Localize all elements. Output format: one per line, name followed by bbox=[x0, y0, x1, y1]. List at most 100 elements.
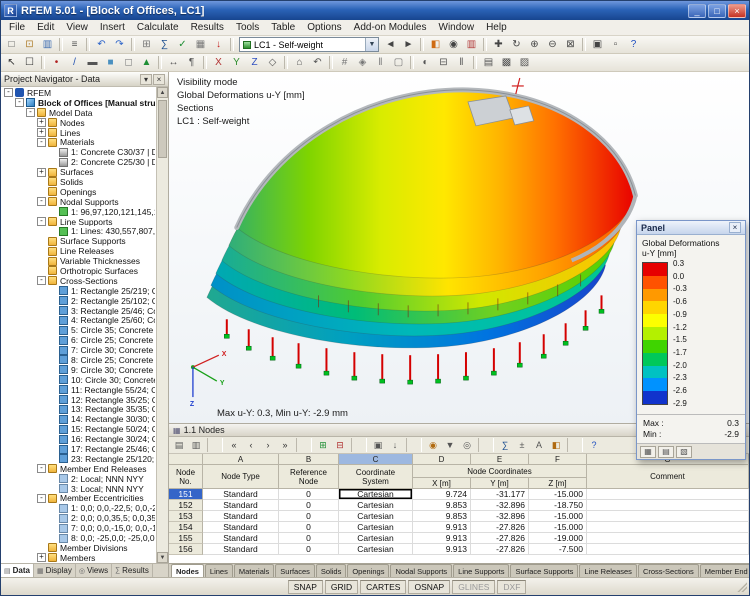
cell-y[interactable]: -32.896 bbox=[471, 500, 529, 511]
tree-item[interactable]: 3: Local; NNN NYY bbox=[1, 484, 155, 494]
cell-z[interactable]: -18.750 bbox=[529, 500, 587, 511]
tree-item[interactable]: 10: Circle 30; Concrete C30/37 bbox=[1, 375, 155, 385]
scroll-down-icon[interactable] bbox=[157, 552, 168, 563]
insert-line-icon[interactable]: / bbox=[66, 55, 83, 71]
tree-item[interactable]: 8: 0,0; -25,0,0; -25,0,0 bbox=[1, 533, 155, 543]
check-model-icon[interactable]: ✓ bbox=[174, 37, 191, 53]
table-settings-icon[interactable]: ▤ bbox=[171, 438, 187, 452]
column-letter[interactable]: B bbox=[279, 454, 339, 465]
visibility-mode-icon[interactable]: ◐ bbox=[417, 55, 434, 71]
node-row[interactable]: 156 Standard 0 Cartesian 9.913 -27.826 -… bbox=[169, 544, 749, 555]
panel-title-bar[interactable]: Panel × bbox=[637, 221, 745, 235]
tree-expander-icon[interactable]: - bbox=[26, 108, 35, 118]
calculate-icon[interactable]: ∑ bbox=[156, 37, 173, 53]
menu-item[interactable]: Add-on Modules bbox=[348, 21, 433, 34]
transparent-render-icon[interactable]: ▨ bbox=[516, 55, 533, 71]
tree-expander-icon[interactable]: - bbox=[37, 197, 46, 207]
close-button[interactable]: × bbox=[728, 3, 746, 18]
cell-node-type[interactable]: Standard bbox=[203, 544, 279, 555]
status-toggle[interactable]: SNAP bbox=[287, 579, 323, 594]
tree-item[interactable]: 8: Circle 25; Concrete C30/37 bbox=[1, 355, 155, 365]
cell-y[interactable]: -27.826 bbox=[471, 522, 529, 533]
zoom-in-icon[interactable]: ⊕ bbox=[526, 37, 543, 53]
menu-item[interactable]: Tools bbox=[230, 21, 265, 34]
tree-item[interactable]: - Member Eccentricities bbox=[1, 494, 155, 503]
sum-icon[interactable]: ∑ bbox=[497, 438, 513, 452]
view-z-icon[interactable]: Z bbox=[246, 55, 263, 71]
insert-row-icon[interactable]: ⊞ bbox=[315, 438, 331, 452]
node-row[interactable]: 152 Standard 0 Cartesian 9.853 -32.896 -… bbox=[169, 500, 749, 511]
panel-filter-tab[interactable]: ▧ bbox=[676, 445, 692, 458]
tree-expander-icon[interactable]: - bbox=[37, 137, 46, 147]
menu-item[interactable]: Calculate bbox=[131, 21, 185, 34]
cell-z[interactable]: -19.000 bbox=[529, 533, 587, 544]
cell-z[interactable]: -7.500 bbox=[529, 544, 587, 555]
tree-item[interactable]: 12: Rectangle 35/25; Concrete bbox=[1, 395, 155, 405]
separator[interactable] bbox=[158, 56, 162, 69]
table-help-icon[interactable]: ? bbox=[586, 438, 602, 452]
navigator-pin-icon[interactable]: ▾ bbox=[140, 73, 152, 85]
load-case-select[interactable]: LC1 - Self-weight bbox=[239, 37, 379, 52]
tree-item[interactable]: - RFEM bbox=[1, 88, 155, 98]
cell-x[interactable]: 9.913 bbox=[413, 533, 471, 544]
open-icon[interactable]: ⊡ bbox=[21, 37, 38, 53]
cell-node-no[interactable]: 153 bbox=[169, 511, 203, 522]
new-model-icon[interactable]: ⊞ bbox=[138, 37, 155, 53]
separator[interactable] bbox=[131, 38, 135, 51]
separator[interactable] bbox=[86, 38, 90, 51]
tree-item[interactable]: + Surfaces bbox=[1, 167, 155, 177]
dimensions-icon[interactable]: ↔ bbox=[165, 55, 182, 71]
menu-item[interactable]: Insert bbox=[94, 21, 131, 34]
separator[interactable] bbox=[473, 56, 477, 69]
tree-item[interactable]: 16: Rectangle 30/24; Concrete bbox=[1, 434, 155, 444]
tree-item[interactable]: 1: Concrete C30/37 | DIN 1045-1 bbox=[1, 147, 155, 157]
new-window-icon[interactable]: ▣ bbox=[589, 37, 606, 53]
separator[interactable] bbox=[284, 56, 288, 69]
tree-item[interactable]: 6: Circle 25; Concrete C30/37 bbox=[1, 335, 155, 345]
cell-node-type[interactable]: Standard bbox=[203, 489, 279, 500]
sheet-tab[interactable]: Openings bbox=[347, 564, 390, 577]
cell-node-type[interactable]: Standard bbox=[203, 522, 279, 533]
separator[interactable] bbox=[59, 38, 63, 51]
cell-z[interactable]: -15.000 bbox=[529, 522, 587, 533]
tree-item[interactable]: 9: Circle 30; Concrete C30/37 bbox=[1, 365, 155, 375]
navigator-tab[interactable]: ◎ Views bbox=[76, 564, 113, 577]
sheet-tab[interactable]: Surface Supports bbox=[510, 564, 579, 577]
column-letter[interactable]: F bbox=[529, 454, 587, 465]
tree-item[interactable]: Line Releases bbox=[1, 246, 155, 256]
isometric-view-icon[interactable]: ◇ bbox=[264, 55, 281, 71]
select-window-icon[interactable]: ☐ bbox=[21, 55, 38, 71]
menu-item[interactable]: View bbox=[60, 21, 94, 34]
help-icon[interactable]: ? bbox=[625, 37, 642, 53]
tree-item[interactable]: - Member End Releases bbox=[1, 464, 155, 474]
column-letter[interactable]: A bbox=[203, 454, 279, 465]
node-row[interactable]: 153 Standard 0 Cartesian 9.853 -32.896 -… bbox=[169, 511, 749, 522]
find-icon[interactable]: ◎ bbox=[459, 438, 475, 452]
tree-expander-icon[interactable]: - bbox=[37, 276, 46, 286]
navigator-tab[interactable]: ▤ Data bbox=[1, 564, 34, 577]
zoom-out-icon[interactable]: ⊖ bbox=[544, 37, 561, 53]
tree-item[interactable]: Solids bbox=[1, 177, 155, 187]
menu-item[interactable]: Window bbox=[433, 21, 481, 34]
status-toggle[interactable]: CARTES bbox=[360, 579, 407, 594]
tree-expander-icon[interactable]: + bbox=[37, 118, 46, 128]
tree-item[interactable]: 15: Rectangle 50/24; Concrete bbox=[1, 424, 155, 434]
cell-y[interactable]: -31.177 bbox=[471, 489, 529, 500]
tree-expander-icon[interactable]: + bbox=[37, 553, 46, 563]
tree-expander-icon[interactable]: + bbox=[37, 167, 46, 177]
work-plane-icon[interactable]: ▢ bbox=[390, 55, 407, 71]
column-letter[interactable]: E bbox=[471, 454, 529, 465]
sheet-tab[interactable]: Lines bbox=[204, 564, 233, 577]
tree-item[interactable]: + Members bbox=[1, 553, 155, 563]
separator[interactable] bbox=[296, 438, 312, 452]
insert-surface-icon[interactable]: ■ bbox=[102, 55, 119, 71]
node-row[interactable]: 154 Standard 0 Cartesian 9.913 -27.826 -… bbox=[169, 522, 749, 533]
cell-comment[interactable] bbox=[587, 522, 749, 533]
cell-comment[interactable] bbox=[587, 489, 749, 500]
save-icon[interactable]: ▥ bbox=[39, 37, 56, 53]
cell-y[interactable]: -32.896 bbox=[471, 511, 529, 522]
tree-item[interactable]: - Nodal Supports bbox=[1, 197, 155, 207]
tree-item[interactable]: 1: 0,0; 0,0,-22,5; 0,0,-22,5 bbox=[1, 503, 155, 513]
result-values-icon[interactable]: ◉ bbox=[445, 37, 462, 53]
edit-pointer-icon[interactable]: ↖ bbox=[3, 55, 20, 71]
